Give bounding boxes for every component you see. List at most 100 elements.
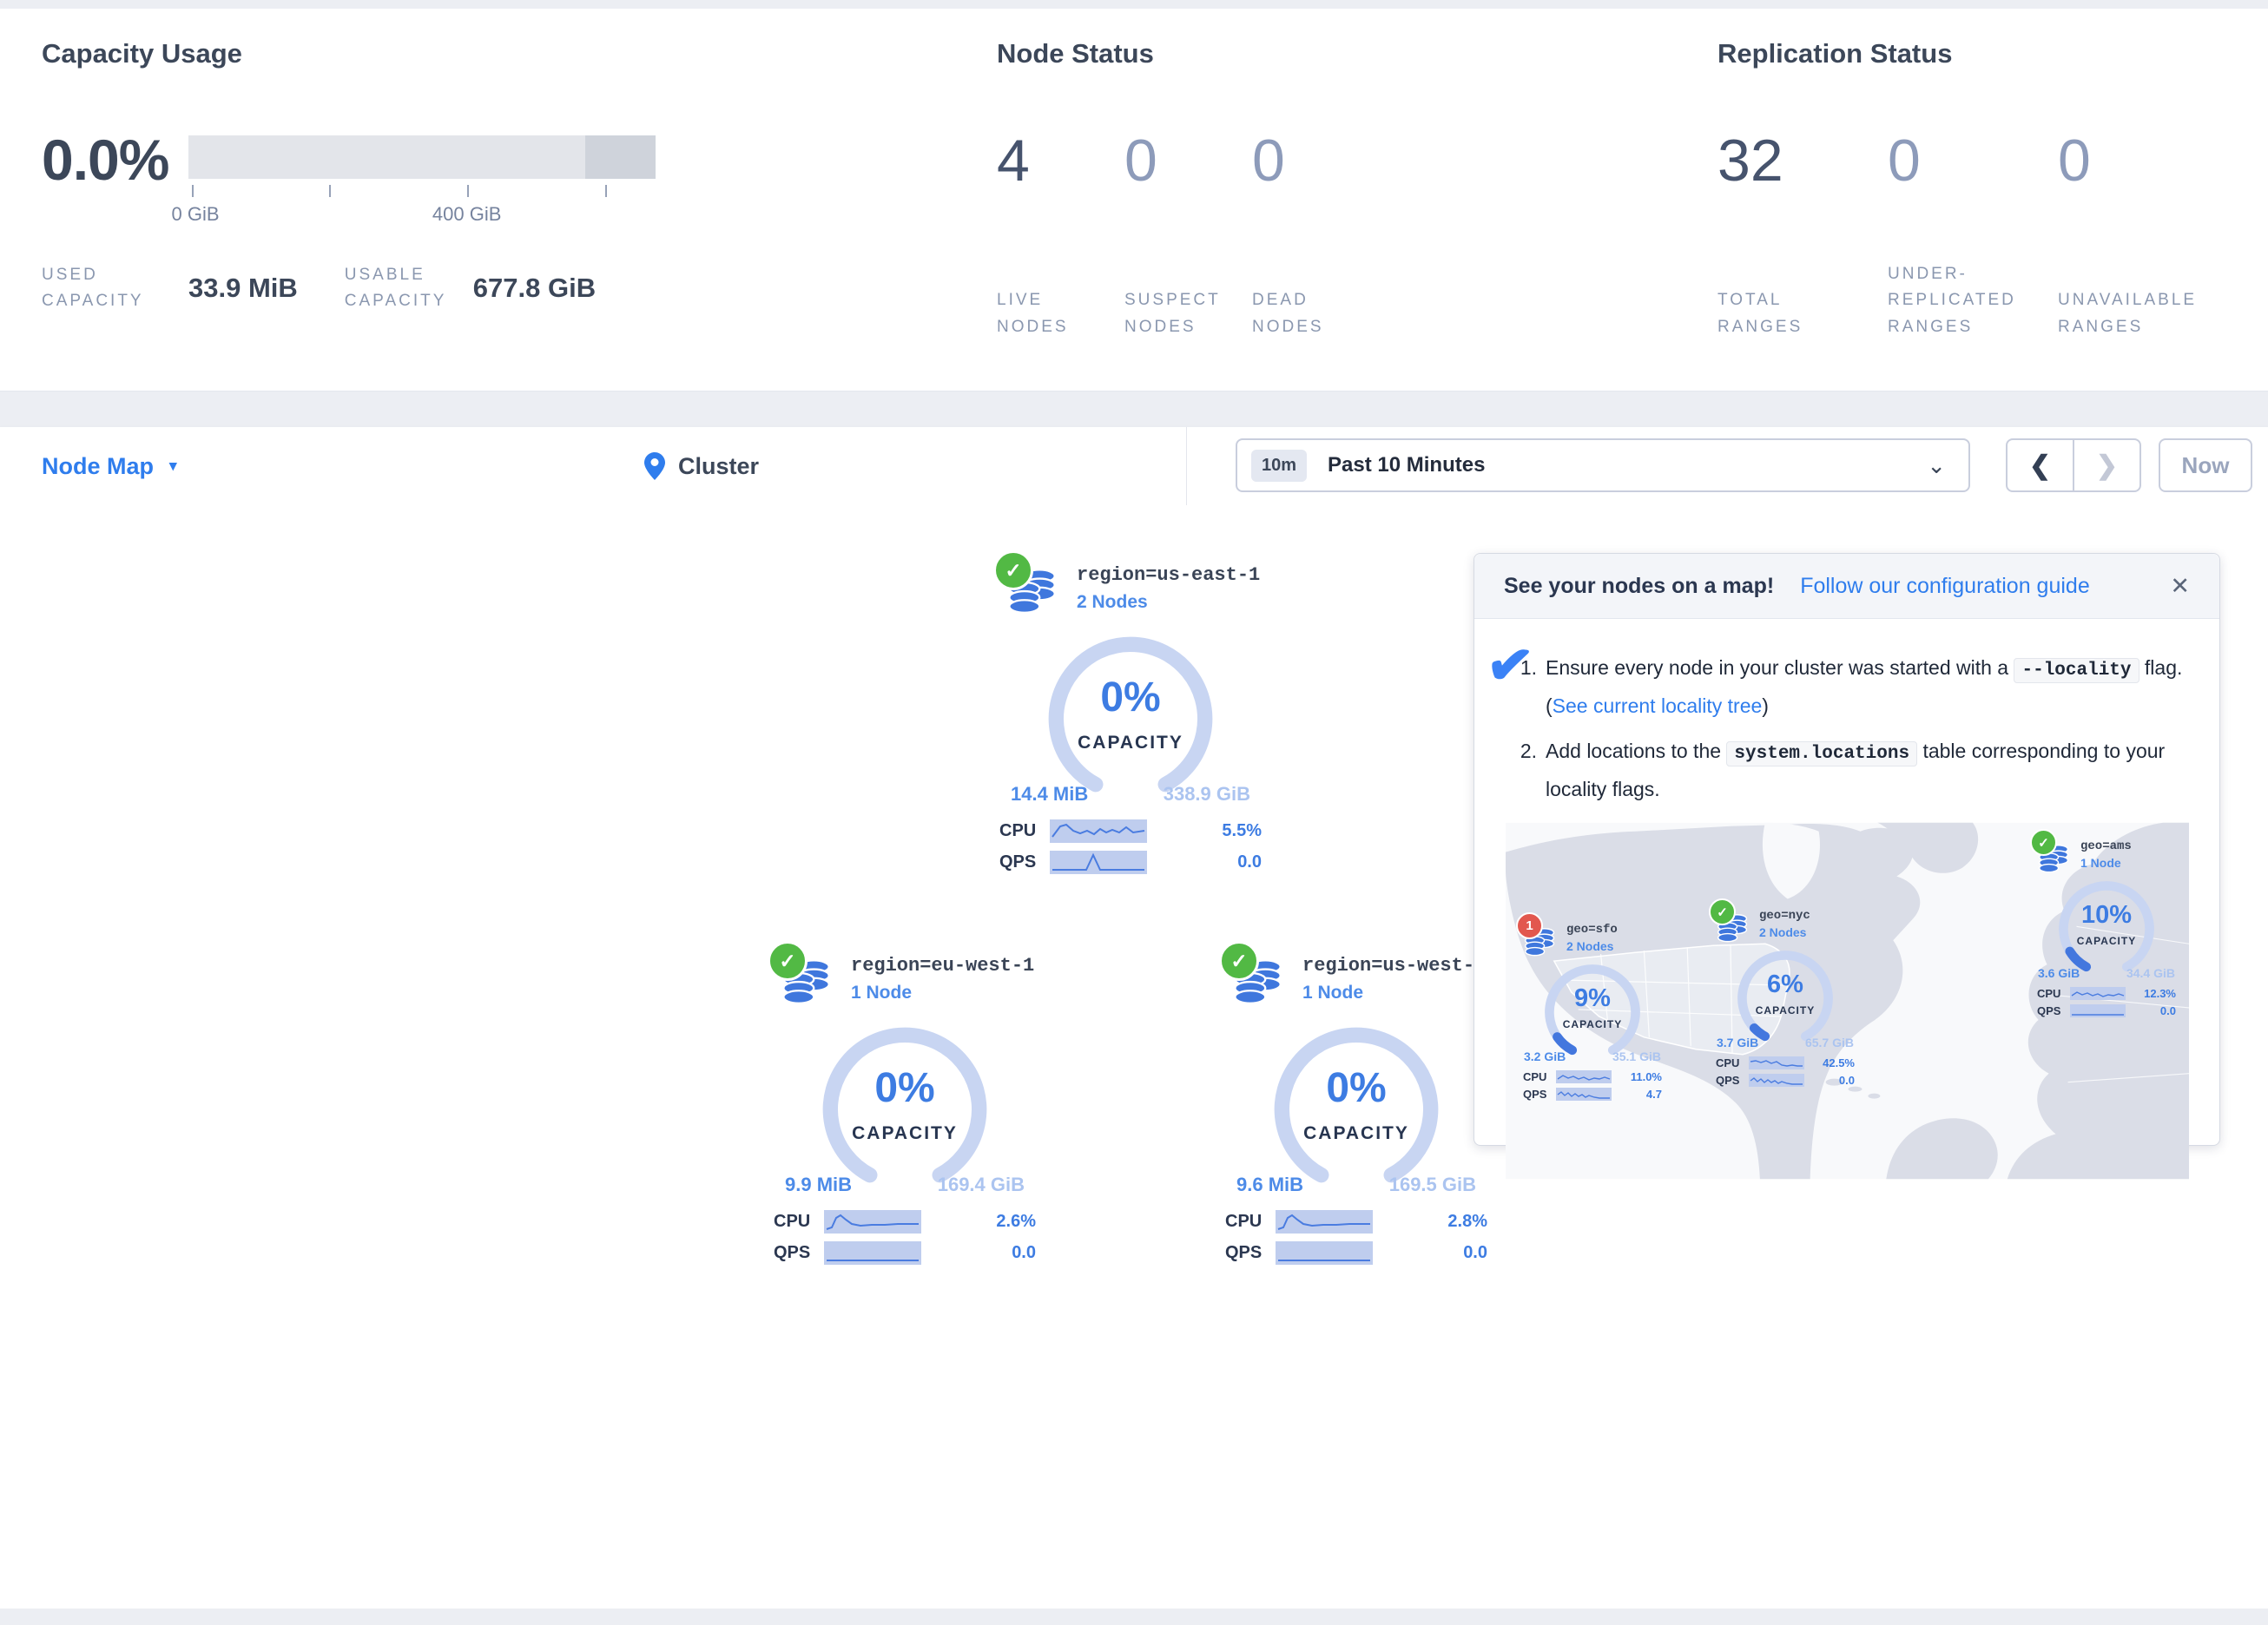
cpu-value: 5.5% [1222,821,1262,841]
capacity-axis-ticks [188,185,656,198]
marker-header: 1 geo=sfo 2 Nodes [1523,919,1662,961]
qps-label: QPS [774,1243,824,1263]
under-replicated-label: UNDER- REPLICATED RANGES [1888,261,2058,340]
toolbar-divider [1186,427,1187,505]
now-button[interactable]: Now [2159,438,2252,492]
configuration-guide-link[interactable]: Follow our configuration guide [1800,574,2090,599]
healthy-check-badge: ✓ [993,550,1033,590]
qps-value: 0.0 [1237,852,1262,872]
qps-label: QPS [1523,1088,1556,1101]
capacity-caption: CAPACITY [1268,1123,1445,1144]
step-text: Ensure every node in your cluster was st… [1546,650,2185,723]
marker-header: ✓ geo=ams 1 Node [2037,836,2176,878]
used-capacity-value: 33.9 MiB [188,273,298,304]
dropdown-triangle-icon: ▾ [169,457,177,475]
capacity-gauge: 10% CAPACITY [2055,878,2158,980]
capacity-caption: CAPACITY [1541,1018,1644,1030]
qps-metric-row: QPS 0.0 [1716,1074,1855,1087]
qps-sparkline [2070,1004,2126,1017]
suspect-nodes-label: SUSPECT NODES [1124,287,1252,340]
marker-nodes-link[interactable]: 2 Nodes [1759,925,1810,939]
region-card-us-east-1[interactable]: ✓ region=us-east-1 2 Nodes 0% CAPACIT [974,557,1287,874]
suspect-nodes-count: 0 [1124,127,1252,194]
capacity-percent-value: 0% [1042,674,1219,721]
time-nav-arrows: ❮ ❯ [2006,438,2141,492]
capacity-range-values: 3.2 GiB 35.1 GiB [1524,1049,1661,1063]
region-card-header: ✓ region=us-east-1 2 Nodes [1005,557,1287,622]
cpu-label: CPU [1716,1056,1749,1069]
dead-nodes-count: 0 [1252,127,1380,194]
capacity-gauge: 0% CAPACITY [1268,1021,1445,1198]
total-value: 34.4 GiB [2126,966,2175,980]
axis-tick [467,185,469,197]
mini-world-map: 1 geo=sfo 2 Nodes [1506,822,2189,1180]
time-range-select[interactable]: 10m Past 10 Minutes ⌄ [1236,438,1970,492]
qps-label: QPS [1716,1074,1749,1087]
region-card-us-west-1[interactable]: ✓ region=us-west-1 1 Node 0% CAPACITY [1200,948,1513,1265]
marker-metrics: CPU 11.0% QPS 4. [1523,1070,1662,1101]
time-range-badge: 10m [1251,450,1307,482]
cpu-sparkline [1276,1210,1373,1234]
region-nodes-link[interactable]: 1 Node [1302,983,1486,1003]
qps-label: QPS [2037,1004,2070,1017]
healthy-check-badge: ✓ [2030,829,2057,856]
capacity-caption: CAPACITY [816,1123,993,1144]
qps-sparkline [1050,851,1147,874]
axis-tick [605,185,607,197]
close-icon[interactable]: ✕ [2170,573,2190,600]
qps-metric-row: QPS 0.0 [999,851,1262,874]
marker-nodes-link[interactable]: 1 Node [2080,856,2132,870]
capacity-bar-track [188,135,656,179]
time-next-button[interactable]: ❯ [2074,440,2139,490]
capacity-caption: CAPACITY [2055,935,2158,947]
system-locations-code: system.locations [1726,741,1917,766]
cpu-sparkline [2070,987,2126,1000]
marker-nodes-link[interactable]: 2 Nodes [1566,939,1618,953]
time-range-label: Past 10 Minutes [1328,453,1485,477]
qps-value: 0.0 [1839,1074,1855,1087]
view-mode-dropdown[interactable]: Node Map ▾ [42,427,177,505]
map-marker-geo-ams[interactable]: ✓ geo=ams 1 Node [2037,836,2176,1017]
region-metrics: CPU 2.6% QPS 0.0 [774,1210,1036,1265]
breadcrumb-label: Cluster [678,453,759,480]
node-map-config-popup: See your nodes on a map! Follow our conf… [1474,553,2220,1146]
map-pin-icon [644,452,665,480]
region-locality-label: region=eu-west-1 [851,955,1034,977]
qps-metric-row: QPS 0.0 [1225,1241,1487,1265]
cpu-value: 11.0% [1631,1070,1662,1083]
region-nodes-link[interactable]: 2 Nodes [1077,592,1260,613]
breadcrumb[interactable]: Cluster [644,427,759,505]
marker-locality-label: geo=ams [2080,839,2132,853]
capacity-gauge-row: 0.0% 0 GiB 400 GiB [42,127,656,227]
live-nodes-label: LIVE NODES [997,287,1124,340]
region-card-titles: region=us-east-1 2 Nodes [1077,557,1260,622]
replication-labels: TOTAL RANGES UNDER- REPLICATED RANGES UN… [1717,194,2228,340]
region-nodes-link[interactable]: 1 Node [851,983,1034,1003]
capacity-percent-value: 9% [1541,984,1644,1013]
map-marker-geo-sfo[interactable]: 1 geo=sfo 2 Nodes [1523,919,1662,1101]
step-text-part: Ensure every node in your cluster was st… [1546,656,2014,679]
node-status-values: 4 0 0 [997,127,1380,194]
healthy-check-badge: ✓ [1219,941,1259,981]
cpu-label: CPU [999,821,1050,841]
map-marker-geo-nyc[interactable]: ✓ geo=nyc 2 Nodes [1716,905,1855,1087]
cpu-sparkline [1050,819,1147,843]
capacity-stats: USED CAPACITY 33.9 MiB USABLE CAPACITY 6… [42,262,656,315]
time-prev-button[interactable]: ❮ [2008,440,2074,490]
locality-flag-code: --locality [2014,658,2139,683]
cpu-metric-row: CPU 12.3% [2037,987,2176,1000]
warning-badge: 1 [1516,912,1543,939]
marker-titles: geo=sfo 2 Nodes [1566,919,1618,961]
locality-tree-link[interactable]: See current locality tree [1553,694,1763,717]
capacity-range-values: 14.4 MiB 338.9 GiB [1011,783,1250,806]
capacity-caption: CAPACITY [1042,733,1219,753]
qps-label: QPS [1225,1243,1276,1263]
region-locality-label: region=us-east-1 [1077,564,1260,586]
total-ranges-count: 32 [1717,127,1888,194]
cpu-sparkline [824,1210,921,1234]
cpu-label: CPU [2037,987,2070,1000]
section-title-nodes: Node Status [997,38,1380,78]
region-card-eu-west-1[interactable]: ✓ region=eu-west-1 1 Node 0% CAPACITY [748,948,1061,1265]
total-ranges-label: TOTAL RANGES [1717,287,1888,340]
unavailable-count: 0 [2058,127,2228,194]
